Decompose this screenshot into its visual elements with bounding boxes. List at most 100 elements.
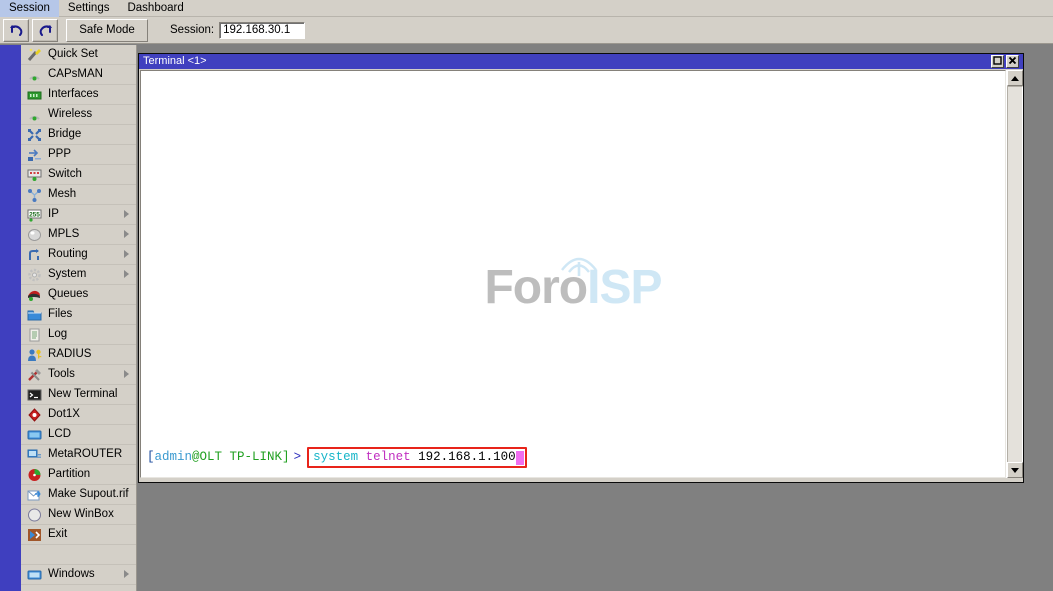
sidebar-item-ip[interactable]: 255 IP: [21, 205, 136, 225]
terminal-window: Terminal <1> ForoISP [admin @OLT TP-LIN…: [138, 53, 1024, 483]
sidebar-item-label: Files: [48, 308, 73, 320]
sidebar-item-new-terminal[interactable]: New Terminal: [21, 385, 136, 405]
prompt-gt-symbol: >: [293, 450, 302, 464]
sidebar-item-switch[interactable]: Switch: [21, 165, 136, 185]
sidebar-item-make-supout[interactable]: Make Supout.rif: [21, 485, 136, 505]
sidebar-item-ppp[interactable]: PPP: [21, 145, 136, 165]
sidebar-item-files[interactable]: Files: [21, 305, 136, 325]
chevron-right-icon: [124, 250, 129, 258]
metarouter-icon: [26, 447, 43, 463]
tools-icon: [26, 367, 43, 383]
routing-icon: [26, 247, 43, 263]
chevron-right-icon: [124, 230, 129, 238]
terminal-titlebar[interactable]: Terminal <1>: [139, 54, 1023, 69]
dot1x-icon: [26, 407, 43, 423]
toolbar: Safe Mode Session: 192.168.30.1: [0, 17, 1053, 44]
sidebar-item-routing[interactable]: Routing: [21, 245, 136, 265]
sidebar-item-label: Exit: [48, 528, 68, 540]
sidebar-item-label: Partition: [48, 468, 91, 480]
sidebar-item-queues[interactable]: Queues: [21, 285, 136, 305]
terminal-body: ForoISP [admin @OLT TP-LINK] > system teln…: [139, 69, 1023, 482]
ip-icon: 255: [26, 207, 43, 223]
terminal-output-area[interactable]: ForoISP [admin @OLT TP-LINK] > system teln…: [140, 70, 1006, 478]
close-button[interactable]: [1006, 55, 1019, 68]
sidebar-item-label: Switch: [48, 168, 82, 180]
sidebar-item-interfaces[interactable]: Interfaces: [21, 85, 136, 105]
wifi-signal-icon: [561, 257, 598, 276]
sidebar-item-partition[interactable]: Partition: [21, 465, 136, 485]
sidebar-item-label: Tools: [48, 368, 75, 380]
sidebar-item-dot1x[interactable]: Dot1X: [21, 405, 136, 425]
sidebar-item-exit[interactable]: Exit: [21, 525, 136, 545]
menu-item-settings[interactable]: Settings: [59, 0, 119, 17]
command-subword: telnet: [365, 450, 411, 464]
close-icon: [1008, 56, 1017, 68]
winbox-icon: [26, 507, 43, 523]
sidebar-item-label: Queues: [48, 288, 89, 300]
mesh-icon: [26, 187, 43, 203]
sidebar-item-bridge[interactable]: Bridge: [21, 125, 136, 145]
session-address-field[interactable]: 192.168.30.1: [219, 21, 306, 39]
sidebar-item-label: Mesh: [48, 188, 77, 200]
scroll-down-icon: [1011, 467, 1019, 473]
chevron-right-icon: [124, 210, 129, 218]
sidebar-item-capsman[interactable]: CAPsMAN: [21, 65, 136, 85]
folder-icon: [26, 307, 43, 323]
menu-item-dashboard[interactable]: Dashboard: [118, 0, 192, 17]
sidebar-item-label: System: [48, 268, 87, 280]
scrollbar-track[interactable]: [1007, 86, 1023, 462]
chevron-right-icon: [124, 570, 129, 578]
antenna-icon: [26, 67, 43, 83]
supout-icon: [26, 487, 43, 503]
sidebar-item-wireless[interactable]: Wireless: [21, 105, 136, 125]
sidebar-item-label: New Terminal: [48, 388, 118, 400]
safe-mode-button[interactable]: Safe Mode: [66, 18, 148, 42]
sidebar-item-label: Bridge: [48, 128, 82, 140]
sidebar-item-label: Wireless: [48, 108, 93, 120]
winbox-side-strip: WinBox: [0, 45, 21, 591]
sidebar-item-quick-set[interactable]: Quick Set: [21, 45, 136, 65]
menu-item-session[interactable]: Session: [0, 0, 59, 17]
sidebar-item-new-winbox[interactable]: New WinBox: [21, 505, 136, 525]
scroll-down-button[interactable]: [1007, 462, 1023, 478]
sidebar-item-label: MetaROUTER: [48, 448, 123, 460]
sidebar-item-label: LCD: [48, 428, 72, 440]
log-icon: [26, 327, 43, 343]
sidebar-spacer: [21, 545, 136, 565]
scroll-up-button[interactable]: [1007, 70, 1023, 86]
sidebar-item-tools[interactable]: Tools: [21, 365, 136, 385]
sidebar-item-windows[interactable]: Windows: [21, 565, 136, 585]
maximize-button[interactable]: [991, 55, 1004, 68]
safe-mode-label: Safe Mode: [79, 24, 135, 36]
foroisp-watermark: ForoISP: [141, 257, 1005, 313]
sidebar-item-label: IP: [48, 208, 59, 220]
terminal-scrollbar[interactable]: [1006, 70, 1023, 478]
terminal-prompt-line: [admin @OLT TP-LINK] > system telnet 192.1…: [147, 447, 527, 468]
command-word: system: [313, 450, 359, 464]
sidebar-item-label: Dot1X: [48, 408, 80, 420]
sidebar-item-label: CAPsMAN: [48, 68, 103, 80]
interfaces-icon: [26, 87, 43, 103]
exit-icon: [26, 527, 43, 543]
sidebar-item-metarouter[interactable]: MetaROUTER: [21, 445, 136, 465]
windows-monitor-icon: [26, 567, 43, 583]
sidebar-item-label: Windows: [48, 568, 95, 580]
session-label: Session:: [170, 24, 215, 36]
svg-text:255: 255: [29, 211, 40, 218]
partition-icon: [26, 467, 43, 483]
sidebar-item-lcd[interactable]: LCD: [21, 425, 136, 445]
maximize-icon: [993, 55, 1002, 68]
sidebar-item-log[interactable]: Log: [21, 325, 136, 345]
redo-icon: [38, 24, 53, 37]
sidebar-item-mpls[interactable]: MPLS: [21, 225, 136, 245]
prompt-username: admin: [154, 450, 193, 464]
redo-button[interactable]: [32, 18, 58, 42]
sidebar-item-mesh[interactable]: Mesh: [21, 185, 136, 205]
sidebar-item-label: RADIUS: [48, 348, 92, 360]
switch-icon: [26, 167, 43, 183]
sidebar-item-system[interactable]: System: [21, 265, 136, 285]
sidebar-item-radius[interactable]: RADIUS: [21, 345, 136, 365]
wand-icon: [26, 47, 43, 63]
system-gear-icon: [26, 267, 43, 283]
undo-button[interactable]: [3, 18, 29, 42]
